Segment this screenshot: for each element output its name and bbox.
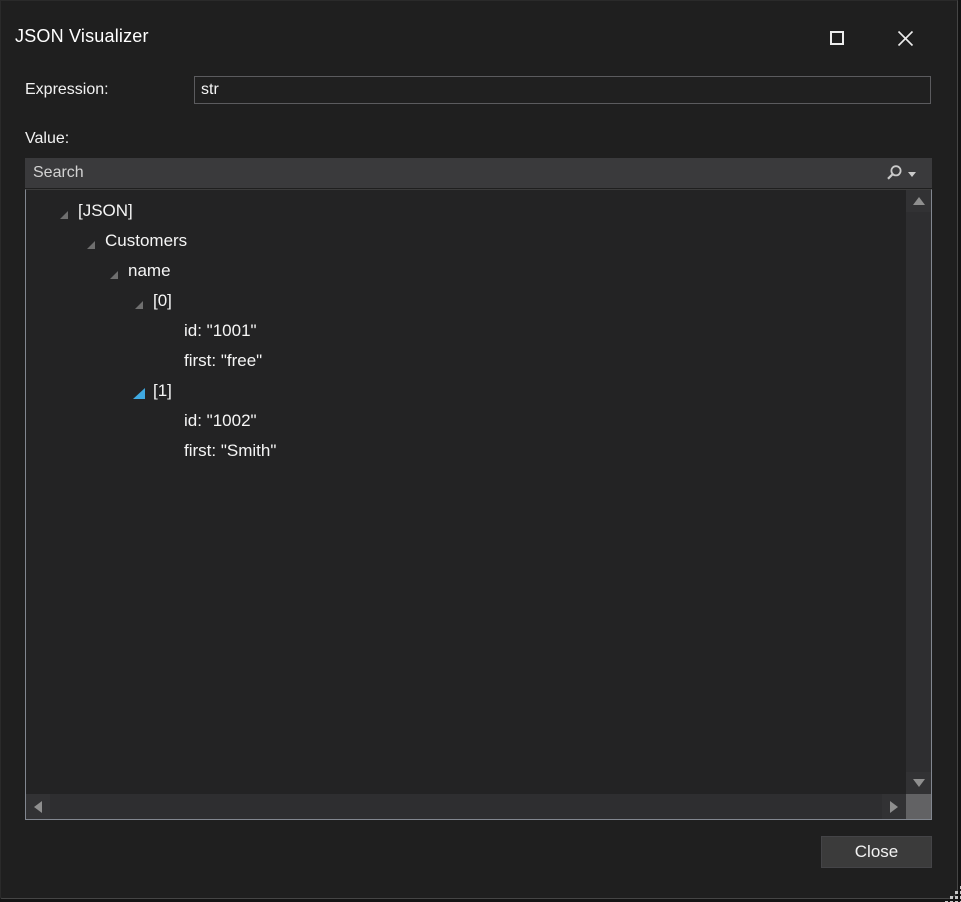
- tree-item[interactable]: first: "Smith": [26, 436, 906, 466]
- maximize-icon: [830, 31, 844, 45]
- tree-item[interactable]: [JSON]: [26, 196, 906, 226]
- scroll-right-icon: [890, 801, 898, 813]
- close-icon: [897, 30, 914, 47]
- tree-item-label: [0]: [153, 291, 172, 311]
- tree: [JSON] Customers name [0] id: "1001" first: "…: [26, 190, 906, 794]
- search-box: [25, 158, 932, 188]
- expander-icon[interactable]: [131, 293, 147, 309]
- expanded-triangle-icon: [87, 241, 95, 249]
- tree-item-label: Customers: [105, 231, 187, 251]
- tree-item-label: [1]: [153, 381, 172, 401]
- json-tree-panel: [JSON] Customers name [0] id: "1001" first: "…: [25, 189, 932, 820]
- tree-item[interactable]: [0]: [26, 286, 906, 316]
- scroll-left-icon: [34, 801, 42, 813]
- value-label: Value:: [25, 130, 69, 148]
- tree-item[interactable]: first: "free": [26, 346, 906, 376]
- resize-grip-icon[interactable]: [945, 886, 948, 889]
- tree-item[interactable]: [1]: [26, 376, 906, 406]
- tree-item-label: first: "free": [184, 351, 262, 371]
- titlebar-close-button[interactable]: [886, 19, 924, 57]
- scroll-up-icon: [913, 197, 925, 205]
- titlebar: JSON Visualizer: [1, 1, 957, 59]
- expander-icon[interactable]: [131, 383, 147, 399]
- tree-item[interactable]: Customers: [26, 226, 906, 256]
- maximize-button[interactable]: [818, 19, 856, 57]
- expanded-triangle-icon: [133, 388, 145, 399]
- expander-icon[interactable]: [83, 233, 99, 249]
- scroll-up-button[interactable]: [906, 190, 931, 212]
- json-visualizer-window: JSON Visualizer Expression: Value: [JSON…: [0, 0, 958, 899]
- search-dropdown-caret-icon: [908, 172, 916, 177]
- expanded-triangle-icon: [135, 301, 143, 309]
- close-button[interactable]: Close: [821, 836, 932, 868]
- tree-item-label: first: "Smith": [184, 441, 276, 461]
- search-button[interactable]: [884, 158, 928, 188]
- expander-icon[interactable]: [56, 203, 72, 219]
- horizontal-scrollbar[interactable]: [26, 794, 906, 819]
- scroll-down-button[interactable]: [906, 772, 931, 794]
- scrollbar-corner: [906, 794, 931, 819]
- expanded-triangle-icon: [110, 271, 118, 279]
- tree-item-label: name: [128, 261, 171, 281]
- tree-item[interactable]: id: "1002": [26, 406, 906, 436]
- scroll-left-button[interactable]: [26, 794, 50, 819]
- expanded-triangle-icon: [60, 211, 68, 219]
- search-icon: [884, 164, 903, 183]
- tree-item[interactable]: name: [26, 256, 906, 286]
- window-title: JSON Visualizer: [15, 26, 149, 47]
- scroll-down-icon: [913, 779, 925, 787]
- expression-label: Expression:: [25, 81, 109, 99]
- vertical-scrollbar[interactable]: [906, 190, 931, 794]
- tree-item[interactable]: id: "1001": [26, 316, 906, 346]
- tree-item-label: id: "1001": [184, 321, 257, 341]
- tree-item-label: [JSON]: [78, 201, 133, 221]
- scroll-right-button[interactable]: [882, 794, 906, 819]
- search-input[interactable]: [25, 158, 932, 188]
- expander-icon[interactable]: [106, 263, 122, 279]
- expression-input[interactable]: [194, 76, 931, 104]
- tree-item-label: id: "1002": [184, 411, 257, 431]
